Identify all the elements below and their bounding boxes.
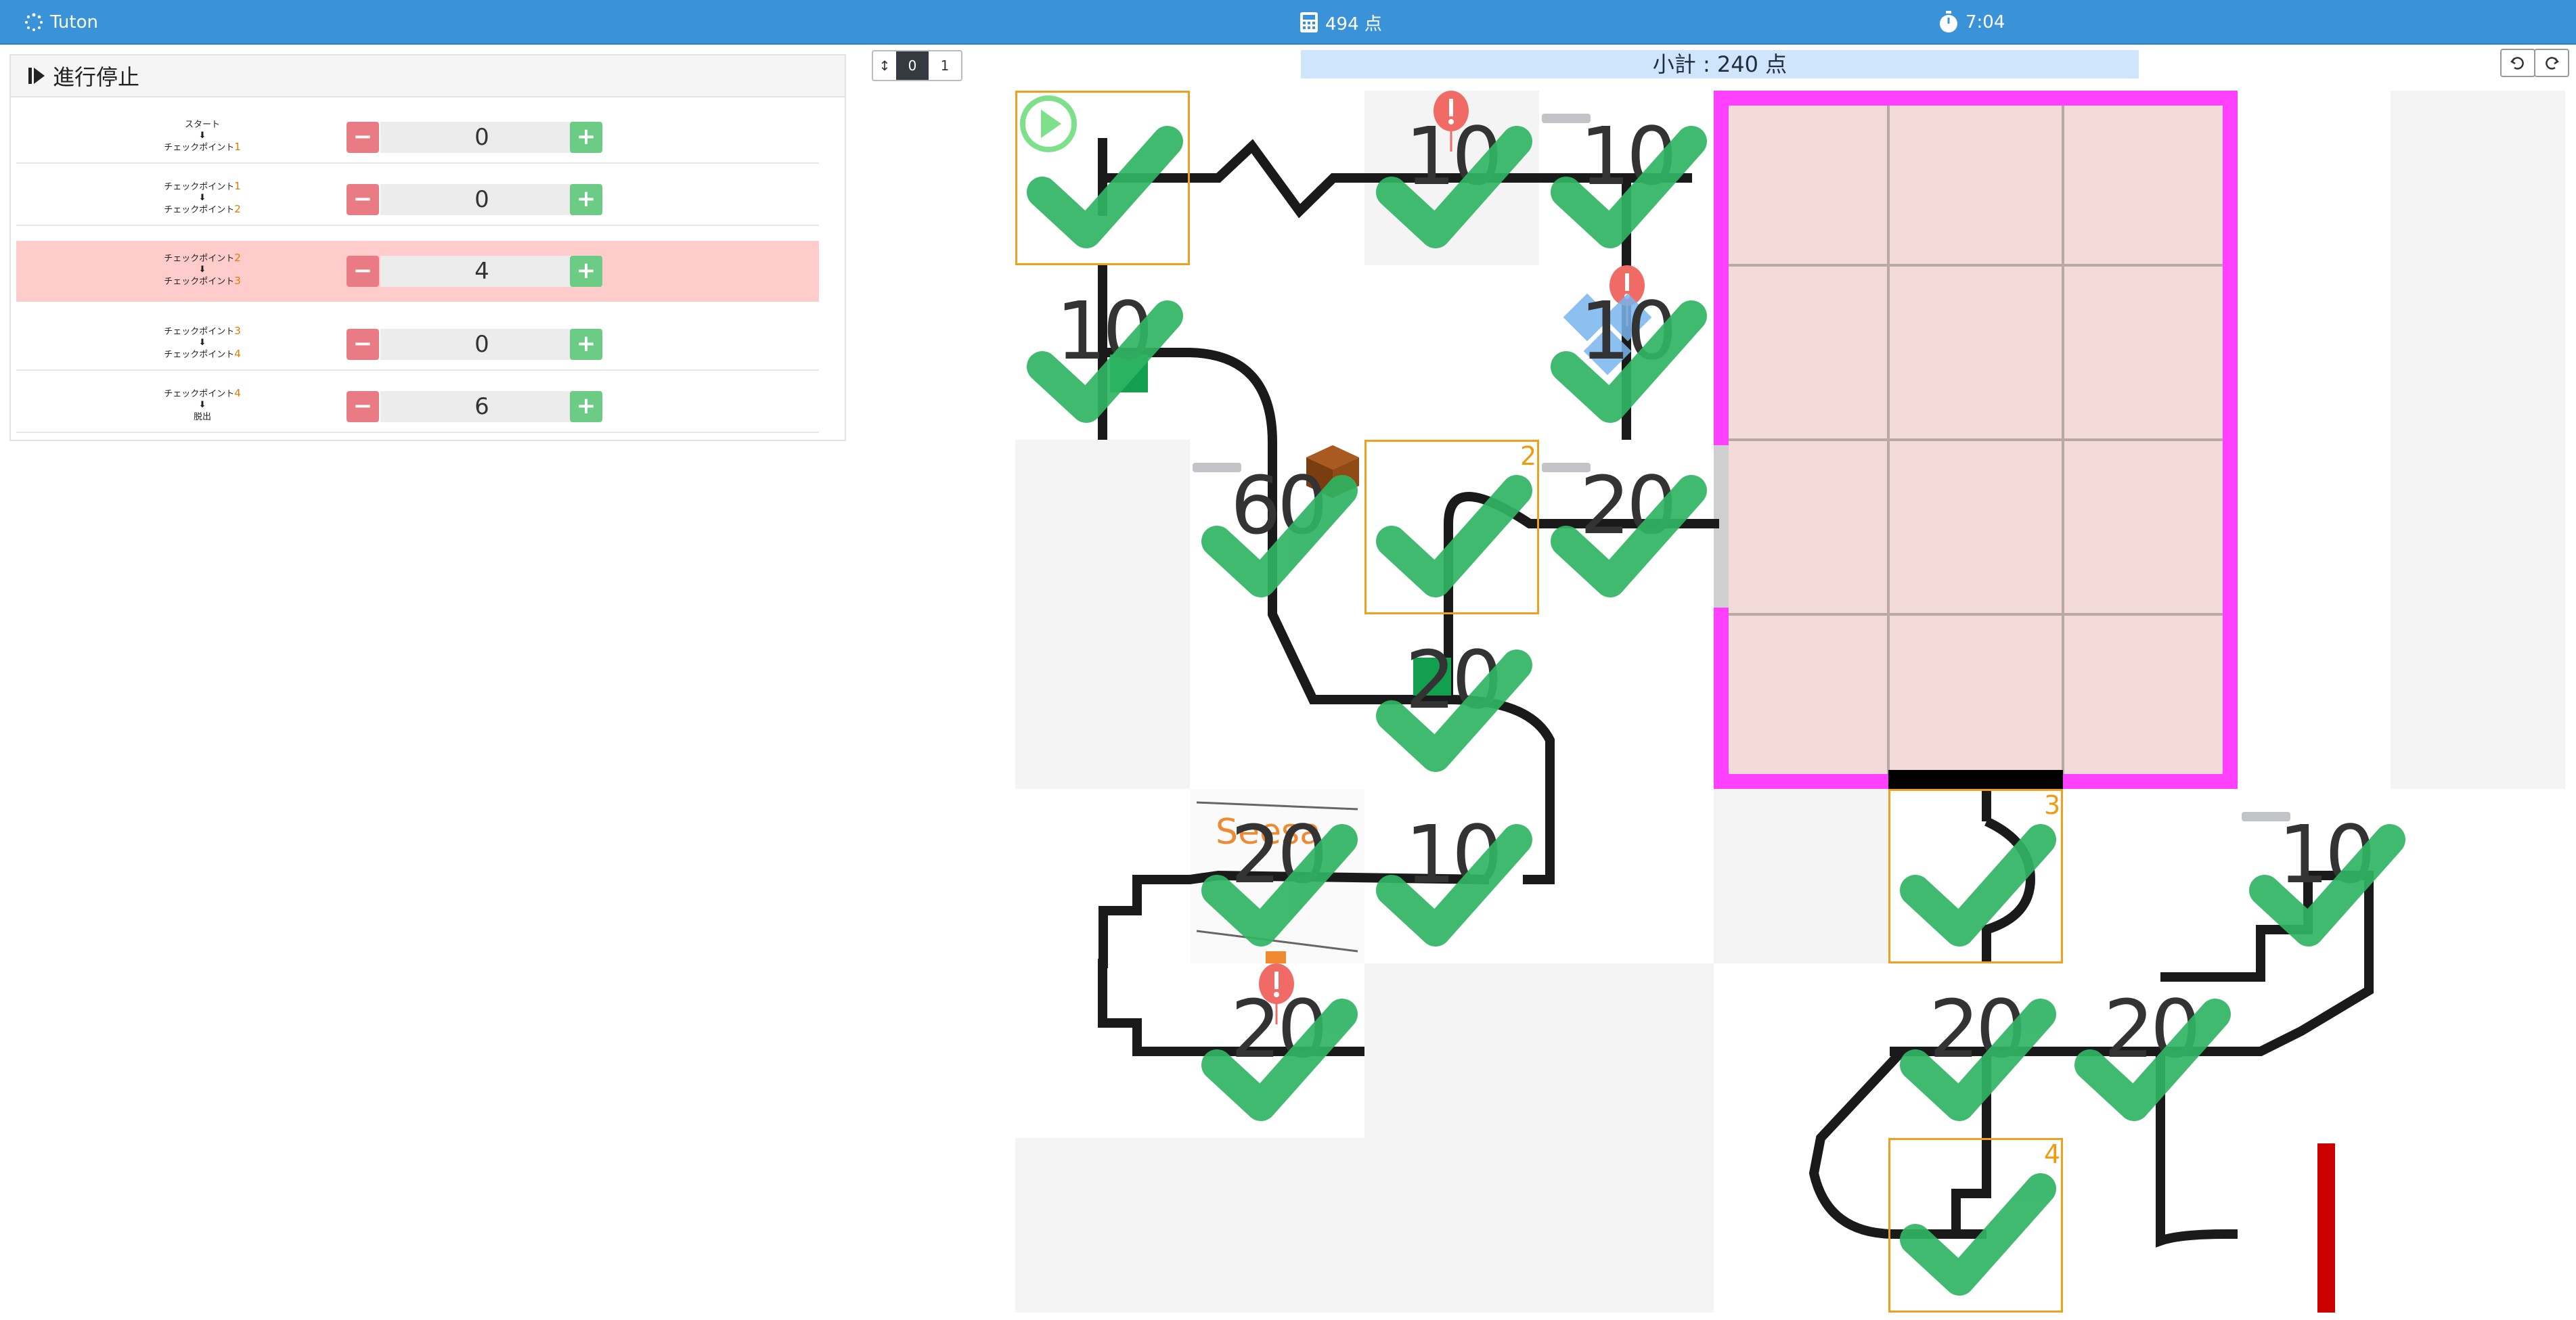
arrow-down-icon: ⬇	[198, 193, 206, 203]
empty-tile[interactable]	[2391, 614, 2565, 789]
timer-value: 7:04	[1966, 12, 2005, 32]
mode-toggle[interactable]: ↕ 0 1	[872, 50, 962, 81]
arrow-down-icon: ⬇	[198, 338, 206, 348]
check-mark	[1201, 824, 1358, 947]
segment-label: スタート ⬇ チェックポイント1	[104, 118, 301, 154]
arrow-down-icon: ⬇	[198, 131, 206, 141]
check-mark	[1551, 475, 1707, 597]
decrement-button[interactable]: −	[347, 184, 379, 215]
check-mark	[1201, 475, 1358, 597]
check-mark	[1376, 126, 1532, 248]
segment-label: チェックポイント3 ⬇ チェックポイント4	[104, 325, 301, 361]
timer: 7:04	[1938, 0, 2005, 45]
decrement-button[interactable]: −	[347, 329, 379, 360]
check-mark	[1027, 300, 1183, 423]
course-board[interactable]: 2 3 4 Seesa 10 10 10 10 60 20 20 20 20 1…	[1015, 91, 2565, 1313]
toggle-option-0[interactable]: 0	[896, 51, 929, 80]
check-mark	[2249, 824, 2405, 947]
arrow-down-icon: ⬇	[198, 400, 206, 410]
swap-vertical-icon: ↕	[879, 58, 891, 74]
check-mark	[1201, 999, 1358, 1121]
decrement-button[interactable]: −	[347, 391, 379, 422]
empty-tile[interactable]	[2391, 440, 2565, 614]
panel-header: 進行停止	[11, 55, 845, 97]
segment-row: チェックポイント2 ⬇ チェックポイント3 −4 +	[16, 241, 819, 302]
retry-count[interactable]: 0	[380, 329, 583, 360]
step-forward-icon	[28, 68, 45, 84]
retry-count[interactable]: 4	[380, 256, 583, 287]
toggle-option-1[interactable]: 1	[929, 51, 961, 80]
check-mark	[2074, 999, 2231, 1121]
segment-label: チェックポイント1 ⬇ チェックポイント2	[104, 181, 301, 216]
check-mark	[1900, 824, 2056, 947]
calculator-icon	[1300, 12, 1318, 32]
retry-count[interactable]: 6	[380, 391, 583, 422]
segment-row: チェックポイント4 ⬇ 脱出 −6 +	[16, 380, 819, 433]
empty-tile[interactable]	[2391, 265, 2565, 440]
increment-button[interactable]: +	[570, 184, 602, 215]
increment-button[interactable]: +	[570, 329, 602, 360]
redo-icon	[2546, 57, 2559, 70]
empty-tile[interactable]	[2391, 91, 2565, 265]
redo-button[interactable]	[2534, 49, 2569, 77]
arrow-down-icon: ⬇	[198, 265, 206, 275]
undo-button[interactable]	[2500, 49, 2535, 77]
app-name: Tuton	[50, 12, 98, 32]
check-mark	[1376, 824, 1532, 947]
increment-button[interactable]: +	[570, 256, 602, 287]
stopwatch-icon	[1940, 11, 1957, 32]
decrement-button[interactable]: −	[347, 256, 379, 287]
retry-count[interactable]: 0	[380, 184, 583, 215]
spinner-icon	[25, 13, 43, 31]
segment-row: スタート ⬇ チェックポイント1 −0 +	[16, 111, 819, 164]
total-points: 494 点	[1300, 0, 1382, 45]
panel-title: 進行停止	[53, 64, 140, 90]
check-mark	[1900, 999, 2056, 1121]
check-mark	[1027, 126, 1183, 248]
total-points-value: 494 点	[1325, 14, 1382, 35]
segment-label: チェックポイント2 ⬇ チェックポイント3	[104, 252, 301, 288]
app-brand[interactable]: Tuton	[24, 0, 98, 45]
segment-row: チェックポイント3 ⬇ チェックポイント4 −0 +	[16, 318, 819, 371]
check-mark	[1551, 300, 1707, 423]
check-mark	[1900, 1173, 2056, 1296]
check-mark	[1376, 650, 1532, 772]
undo-icon	[2510, 57, 2524, 70]
increment-button[interactable]: +	[570, 391, 602, 422]
top-bar: Tuton 494 点 7:04	[0, 0, 2576, 45]
check-mark	[1376, 475, 1532, 597]
subtotal-banner: 小計 : 240 点	[1301, 50, 2139, 78]
check-marks	[1027, 126, 2405, 1296]
increment-button[interactable]: +	[570, 122, 602, 153]
decrement-button[interactable]: −	[347, 122, 379, 153]
retry-count[interactable]: 0	[380, 122, 583, 153]
segment-row: チェックポイント1 ⬇ チェックポイント2 −0 +	[16, 173, 819, 226]
check-mark	[1551, 126, 1707, 248]
segment-label: チェックポイント4 ⬇ 脱出	[104, 388, 301, 423]
